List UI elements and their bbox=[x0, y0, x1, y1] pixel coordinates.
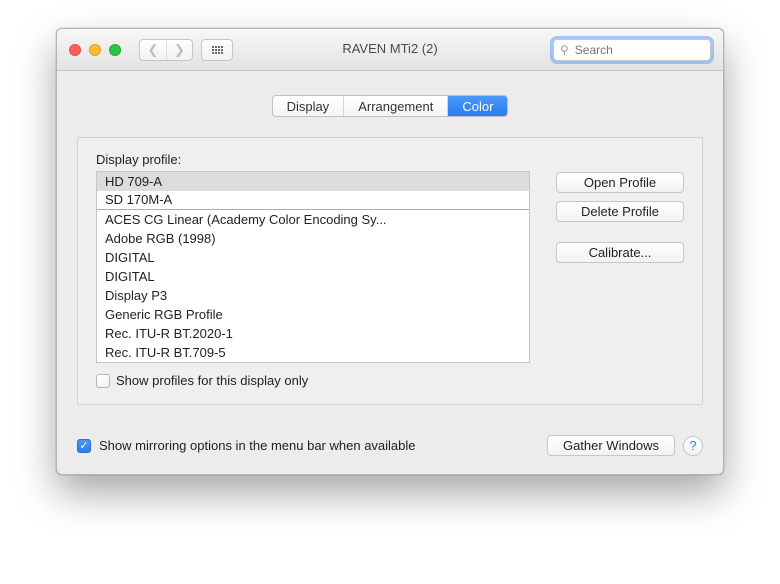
display-profile-label: Display profile: bbox=[96, 152, 530, 167]
tabs: Display Arrangement Color bbox=[272, 95, 509, 117]
back-forward-segment: ❮ ❯ bbox=[139, 39, 193, 61]
list-item[interactable]: SD 170M-A bbox=[97, 191, 529, 210]
search-field-wrap[interactable]: ⚲ bbox=[553, 39, 711, 61]
list-item[interactable]: DIGITAL bbox=[97, 267, 529, 286]
displays-pref-window: ❮ ❯ RAVEN MTi2 (2) ⚲ bbox=[56, 28, 724, 475]
back-button[interactable]: ❮ bbox=[140, 40, 166, 60]
panel-left: Display profile: HD 709-A SD 170M-A ACES… bbox=[96, 152, 530, 388]
minimize-window-button[interactable] bbox=[89, 44, 101, 56]
list-item[interactable]: ACES CG Linear (Academy Color Encoding S… bbox=[97, 210, 529, 229]
list-item[interactable]: Display P3 bbox=[97, 286, 529, 305]
show-only-this-display-row: Show profiles for this display only bbox=[96, 373, 530, 388]
list-item[interactable]: Adobe RGB (1998) bbox=[97, 229, 529, 248]
color-panel: Display profile: HD 709-A SD 170M-A ACES… bbox=[77, 137, 703, 405]
footer: ✓ Show mirroring options in the menu bar… bbox=[57, 419, 723, 474]
list-item[interactable]: DIGITAL bbox=[97, 248, 529, 267]
show-mirroring-label: Show mirroring options in the menu bar w… bbox=[99, 438, 416, 453]
help-button[interactable]: ? bbox=[683, 436, 703, 456]
help-icon: ? bbox=[689, 438, 696, 453]
tab-arrangement[interactable]: Arrangement bbox=[343, 96, 447, 116]
titlebar: ❮ ❯ RAVEN MTi2 (2) ⚲ bbox=[57, 29, 723, 71]
display-profile-list[interactable]: HD 709-A SD 170M-A ACES CG Linear (Acade… bbox=[96, 171, 530, 363]
calibrate-button[interactable]: Calibrate... bbox=[556, 242, 684, 263]
tab-display[interactable]: Display bbox=[273, 96, 344, 116]
gather-windows-button[interactable]: Gather Windows bbox=[547, 435, 675, 456]
list-item[interactable]: Rec. ITU-R BT.709-5 bbox=[97, 343, 529, 362]
search-input[interactable] bbox=[573, 42, 704, 58]
show-only-this-display-checkbox[interactable] bbox=[96, 374, 110, 388]
panel-right: Open Profile Delete Profile Calibrate... bbox=[556, 172, 684, 263]
show-only-this-display-label: Show profiles for this display only bbox=[116, 373, 308, 388]
tab-color[interactable]: Color bbox=[447, 96, 507, 116]
chevron-right-icon: ❯ bbox=[174, 42, 185, 58]
show-mirroring-checkbox[interactable]: ✓ bbox=[77, 439, 91, 453]
chevron-left-icon: ❮ bbox=[148, 42, 159, 58]
search-icon: ⚲ bbox=[560, 43, 569, 57]
close-window-button[interactable] bbox=[69, 44, 81, 56]
list-item[interactable]: Generic RGB Profile bbox=[97, 305, 529, 324]
list-item[interactable]: HD 709-A bbox=[97, 172, 529, 191]
spacer bbox=[556, 230, 684, 234]
toolbar-nav: ❮ ❯ bbox=[139, 39, 233, 61]
open-profile-button[interactable]: Open Profile bbox=[556, 172, 684, 193]
list-item[interactable]: Rec. ITU-R BT.2020-1 bbox=[97, 324, 529, 343]
delete-profile-button[interactable]: Delete Profile bbox=[556, 201, 684, 222]
window-body: Display Arrangement Color Display profil… bbox=[57, 71, 723, 419]
panel-columns: Display profile: HD 709-A SD 170M-A ACES… bbox=[96, 152, 684, 388]
tabs-row: Display Arrangement Color bbox=[77, 79, 703, 137]
window-controls bbox=[57, 44, 121, 56]
show-all-button[interactable] bbox=[202, 40, 232, 60]
grid-icon bbox=[212, 46, 223, 54]
show-all-segment bbox=[201, 39, 233, 61]
forward-button[interactable]: ❯ bbox=[166, 40, 192, 60]
zoom-window-button[interactable] bbox=[109, 44, 121, 56]
